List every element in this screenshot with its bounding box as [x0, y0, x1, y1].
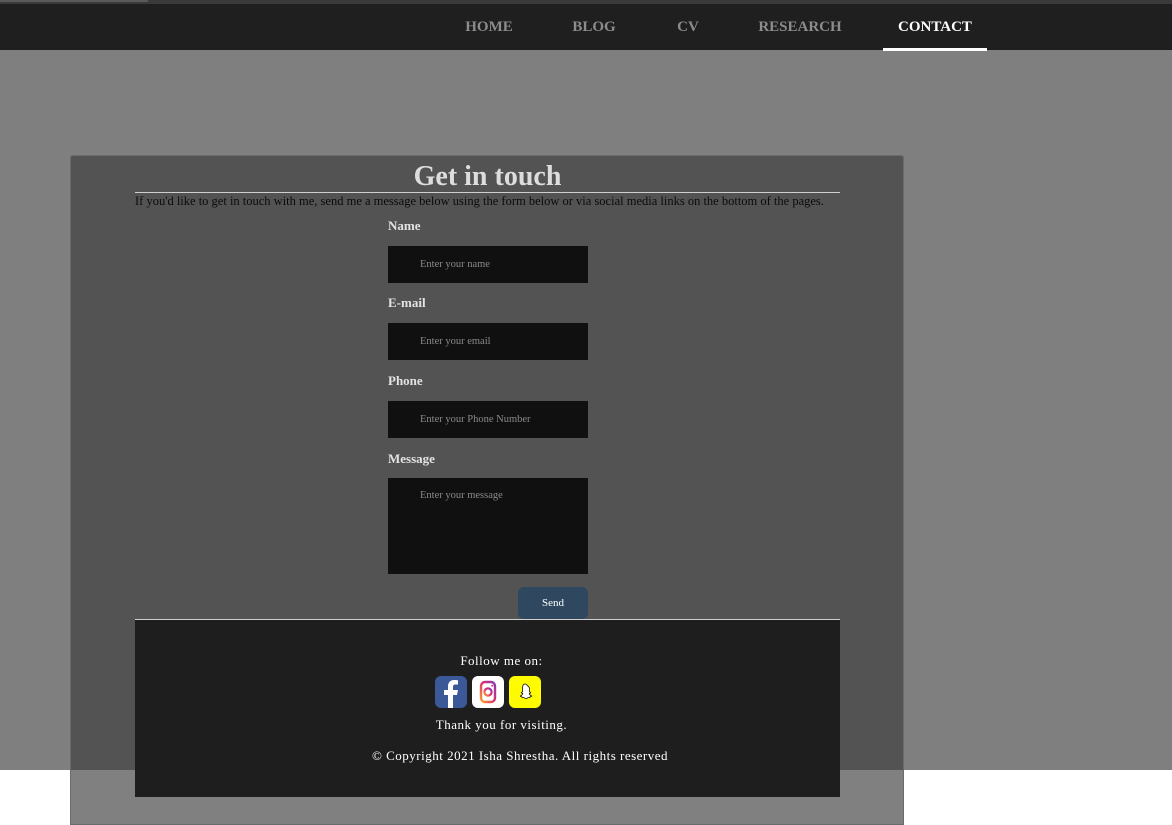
nav-contact-link[interactable]: CONTACT — [883, 4, 987, 50]
top-strip-highlight — [0, 0, 148, 2]
phone-input[interactable] — [388, 401, 588, 438]
phone-label: Phone — [388, 373, 423, 388]
top-navbar: HOME BLOG CV RESEARCH CONTACT — [0, 4, 1172, 51]
message-textarea[interactable] — [388, 478, 588, 574]
copyright-text: © Copyright 2021 Isha Shrestha. All righ… — [371, 748, 669, 763]
name-input[interactable] — [388, 246, 588, 283]
site-footer — [135, 619, 840, 797]
follow-label: Follow me on: — [460, 653, 543, 668]
page-title: Get in touch — [413, 161, 562, 192]
instagram-icon[interactable] — [472, 676, 504, 708]
nav-home-link[interactable]: HOME — [457, 4, 521, 50]
message-label: Message — [388, 451, 435, 466]
email-label: E-mail — [388, 295, 426, 310]
nav-research-link[interactable]: RESEARCH — [752, 4, 848, 50]
facebook-icon[interactable] — [435, 676, 467, 708]
nav-cv-link[interactable]: CV — [670, 4, 706, 50]
title-divider — [135, 192, 840, 193]
thanks-text: Thank you for visiting. — [435, 717, 568, 732]
nav-blog-link[interactable]: BLOG — [566, 4, 622, 50]
send-button[interactable]: Send — [518, 587, 588, 619]
intro-text: If you'd like to get in touch with me, s… — [135, 194, 824, 208]
name-label: Name — [388, 218, 421, 233]
email-input[interactable] — [388, 323, 588, 360]
snapchat-icon[interactable] — [509, 676, 541, 708]
active-tab-indicator — [883, 48, 987, 51]
